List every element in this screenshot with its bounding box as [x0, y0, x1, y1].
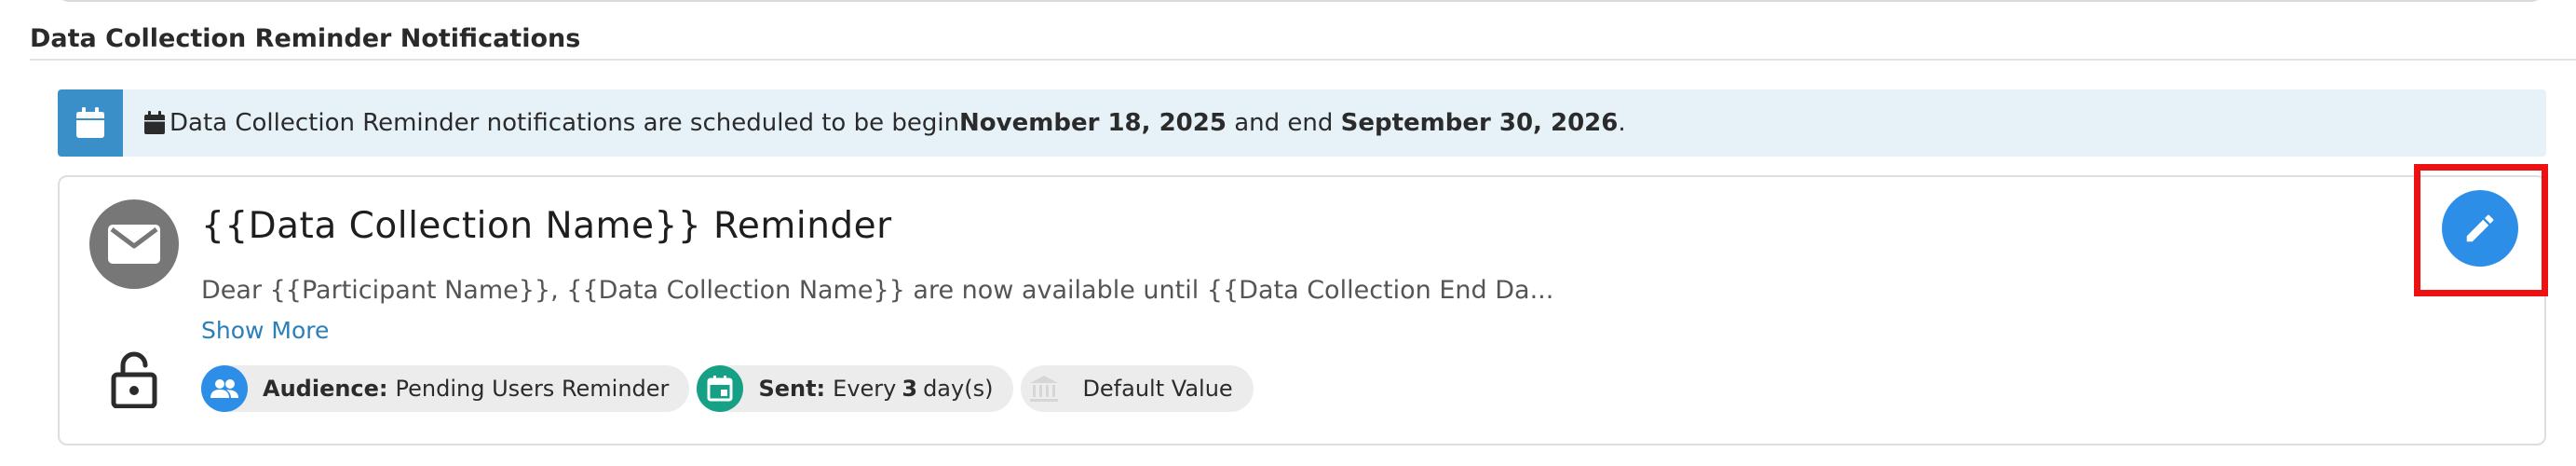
schedule-text-middle: and end — [1226, 109, 1341, 137]
envelope-icon — [89, 199, 179, 289]
end-date: September 30, 2026 — [1340, 109, 1619, 137]
schedule-message: Data Collection Reminder notifications a… — [143, 109, 1626, 137]
notification-chips: Audience: Pending Users Reminder Sent: E… — [201, 365, 1254, 412]
notification-body: Dear {{Participant Name}}, {{Data Collec… — [201, 276, 1554, 305]
audience-label: Audience: — [263, 376, 388, 402]
section-divider — [30, 59, 2576, 61]
start-date: November 18, 2025 — [959, 109, 1227, 137]
people-icon — [201, 365, 248, 412]
schedule-info-banner: Data Collection Reminder notifications a… — [58, 89, 2546, 157]
previous-card-edge — [56, 0, 2544, 2]
notification-card: {{Data Collection Name}} Reminder Dear {… — [58, 175, 2546, 445]
audience-value: Pending Users Reminder — [395, 376, 670, 402]
schedule-text-before: Data Collection Reminder notifications a… — [169, 109, 960, 137]
audience-chip: Audience: Pending Users Reminder — [201, 365, 690, 412]
calendar-small-icon — [143, 111, 166, 135]
pencil-icon — [2462, 211, 2498, 246]
edit-button[interactable] — [2442, 190, 2518, 267]
sent-suffix: day(s) — [923, 376, 994, 402]
sent-number: 3 — [902, 376, 918, 402]
sent-label: Sent: — [758, 376, 826, 402]
schedule-text-after: . — [1618, 109, 1626, 137]
sent-chip: Sent: Every 3 day(s) — [697, 365, 1014, 412]
event-icon — [697, 365, 744, 412]
notification-title: {{Data Collection Name}} Reminder — [201, 205, 892, 247]
lock-open-icon[interactable] — [108, 350, 160, 412]
default-value-chip: Default Value — [1021, 365, 1254, 412]
calendar-icon — [58, 89, 123, 157]
sent-prefix: Every — [833, 376, 897, 402]
section-title: Data Collection Reminder Notifications — [30, 24, 581, 53]
default-value-label: Default Value — [1082, 376, 1233, 402]
show-more-link[interactable]: Show More — [201, 317, 329, 344]
institution-icon — [1021, 365, 1067, 412]
